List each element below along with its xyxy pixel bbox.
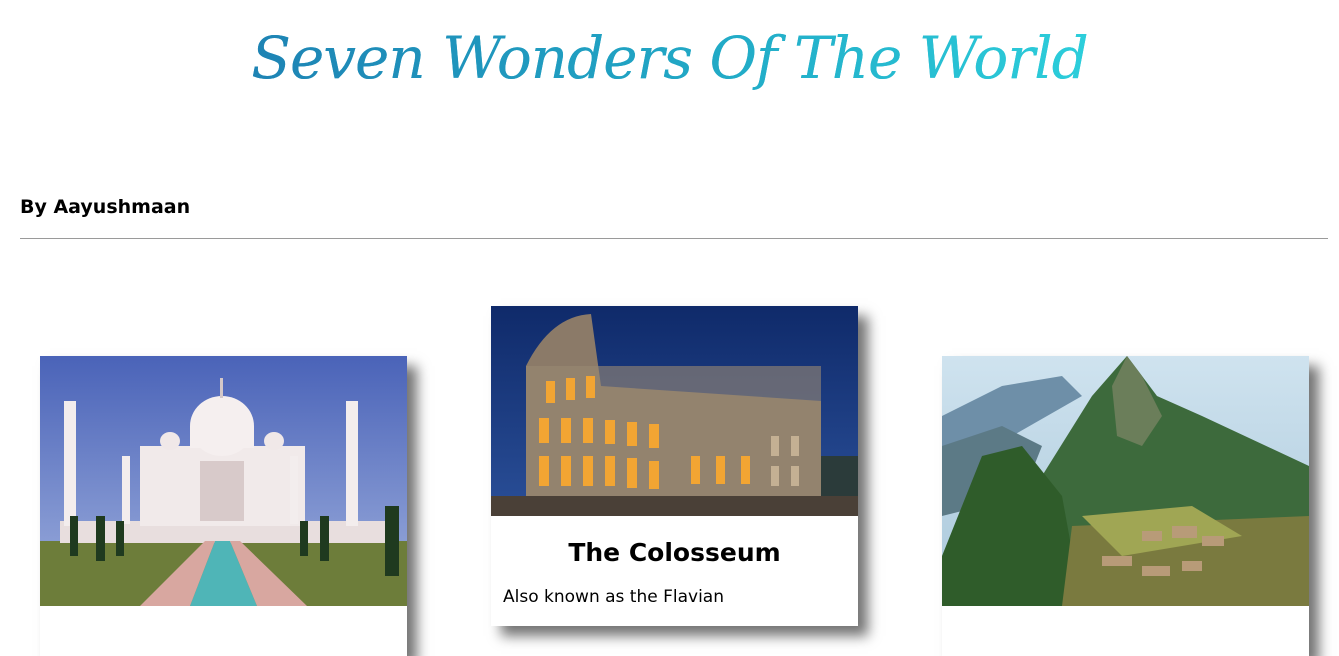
page-title: Seven Wonders Of The World	[0, 22, 1339, 94]
taj-mahal-image	[40, 356, 407, 606]
card-description: Also known as the Flavian	[503, 587, 724, 607]
machu-picchu-image	[942, 356, 1309, 606]
divider	[20, 238, 1328, 239]
wonder-card-machu-picchu	[942, 356, 1309, 656]
card-title: The Colosseum	[568, 538, 781, 567]
colosseum-image	[491, 306, 858, 516]
wonder-card-taj-mahal	[40, 356, 407, 656]
wonder-card-colosseum: The Colosseum Also known as the Flavian	[491, 306, 858, 626]
author-byline: By Aayushmaan	[20, 196, 191, 218]
